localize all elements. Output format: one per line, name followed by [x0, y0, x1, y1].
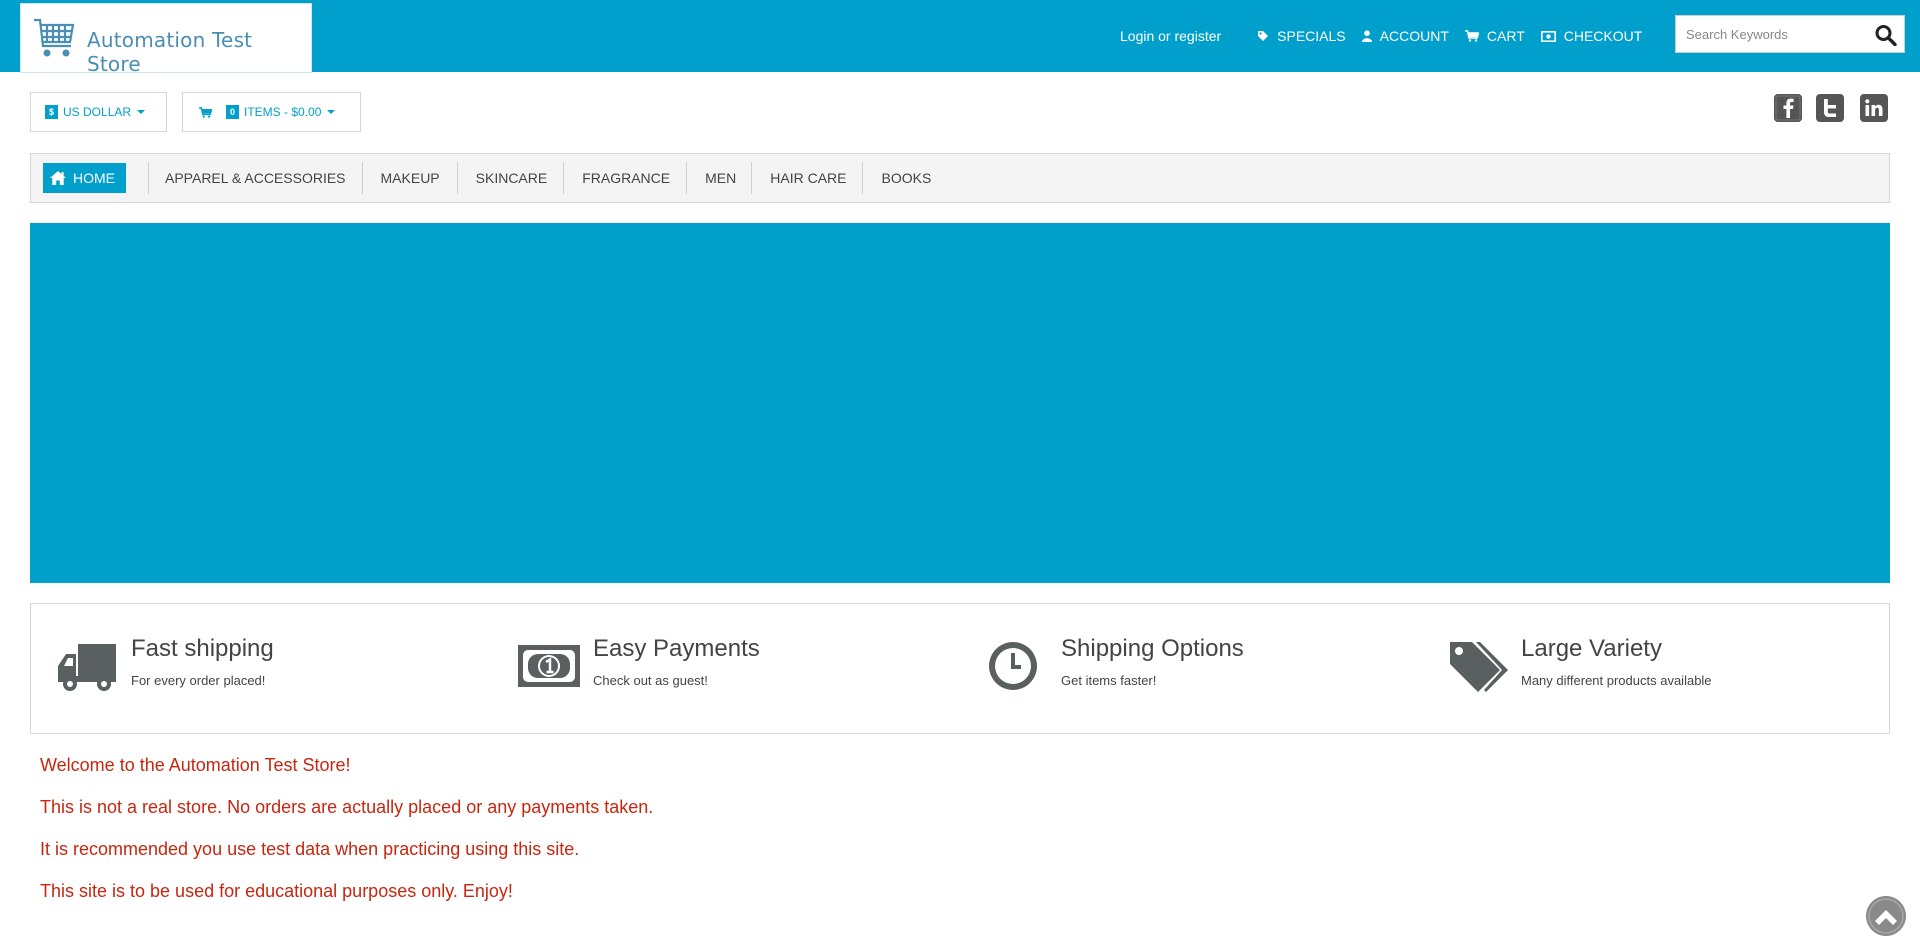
top-header: Automation Test Store Login or register …: [0, 0, 1920, 76]
welcome-message: Welcome to the Automation Test Store! Th…: [40, 754, 653, 922]
cart-count-badge: 0: [226, 105, 240, 119]
nav-home[interactable]: HOME: [43, 163, 126, 193]
specials-link[interactable]: SPECIALS: [1257, 28, 1346, 44]
linkedin-icon[interactable]: [1860, 94, 1888, 122]
features-panel: Fast shipping For every order placed! Ea…: [30, 603, 1890, 734]
facebook-icon[interactable]: [1774, 94, 1802, 122]
welcome-line: Welcome to the Automation Test Store!: [40, 755, 351, 775]
nav-home-label: HOME: [73, 170, 115, 186]
chevron-down-icon: [137, 110, 146, 114]
feature-shipping-options: Shipping Options Get items faster!: [986, 604, 1426, 733]
account-label: ACCOUNT: [1379, 28, 1449, 44]
mini-cart-dropdown[interactable]: 0 ITEMS - $0.00: [182, 92, 361, 132]
welcome-line: It is recommended you use test data when…: [40, 839, 580, 859]
feature-easy-payments: Easy Payments Check out as guest!: [518, 604, 958, 733]
checkout-label: CHECKOUT: [1563, 28, 1643, 44]
cart-link[interactable]: CART: [1464, 28, 1525, 44]
user-icon: [1361, 30, 1372, 42]
feature-subtitle: For every order placed!: [131, 673, 266, 688]
tags-icon: [1450, 642, 1508, 692]
search-input[interactable]: [1676, 16, 1866, 52]
nav-item-men[interactable]: MEN: [687, 154, 751, 202]
feature-title: Shipping Options: [1061, 635, 1244, 662]
top-links: Login or register SPECIALS ACCOUNT CART …: [1120, 26, 1658, 46]
feature-large-variety: Large Variety Many different products av…: [1446, 604, 1886, 733]
nav-item-apparel[interactable]: APPAREL & ACCESSORIES: [149, 154, 362, 202]
banknote-icon: [518, 645, 580, 687]
login-register-link[interactable]: Login or register: [1120, 28, 1221, 44]
feature-subtitle: Check out as guest!: [593, 673, 708, 688]
cart-icon: [199, 106, 212, 118]
nav-item-makeup[interactable]: MAKEUP: [363, 154, 457, 202]
cart-label: CART: [1486, 28, 1525, 44]
store-logo[interactable]: Automation Test Store: [20, 3, 312, 76]
account-link[interactable]: ACCOUNT: [1361, 28, 1449, 44]
feature-title: Large Variety: [1521, 635, 1662, 662]
truck-icon: [58, 644, 116, 691]
welcome-line: This site is to be used for educational …: [40, 881, 513, 901]
nav-item-fragrance[interactable]: FRAGRANCE: [564, 154, 686, 202]
welcome-line: This is not a real store. No orders are …: [40, 797, 654, 817]
chevron-down-icon: [327, 110, 336, 114]
currency-symbol-badge: $: [45, 105, 59, 119]
cart-summary: ITEMS - $0.00: [244, 105, 322, 119]
feature-subtitle: Many different products available: [1521, 673, 1712, 688]
money-icon: [1540, 30, 1556, 42]
nav-item-hair-care[interactable]: HAIR CARE: [752, 154, 862, 202]
hero-banner[interactable]: [30, 223, 1890, 583]
feature-title: Fast shipping: [131, 635, 274, 662]
feature-title: Easy Payments: [593, 635, 760, 662]
feature-fast-shipping: Fast shipping For every order placed!: [56, 604, 496, 733]
clock-icon: [989, 642, 1037, 690]
nav-item-skincare[interactable]: SKINCARE: [458, 154, 564, 202]
search-icon[interactable]: [1874, 24, 1898, 46]
tag-icon: [1257, 30, 1269, 42]
specials-label: SPECIALS: [1277, 28, 1346, 44]
logo-cart-icon: [34, 18, 75, 57]
checkout-link[interactable]: CHECKOUT: [1540, 28, 1643, 44]
nav-item-books[interactable]: BOOKS: [863, 154, 947, 202]
cart-icon: [1464, 30, 1479, 42]
search-box: [1675, 15, 1905, 53]
home-icon: [49, 170, 67, 186]
currency-label: US DOLLAR: [63, 105, 132, 119]
category-nav: HOME APPAREL & ACCESSORIES MAKEUP SKINCA…: [30, 153, 1890, 203]
feature-subtitle: Get items faster!: [1061, 673, 1157, 688]
scroll-to-top-icon[interactable]: [1866, 896, 1906, 936]
currency-dropdown[interactable]: $ US DOLLAR: [30, 92, 167, 132]
twitter-icon[interactable]: [1816, 94, 1844, 122]
logo-text: Automation Test Store: [87, 28, 253, 76]
